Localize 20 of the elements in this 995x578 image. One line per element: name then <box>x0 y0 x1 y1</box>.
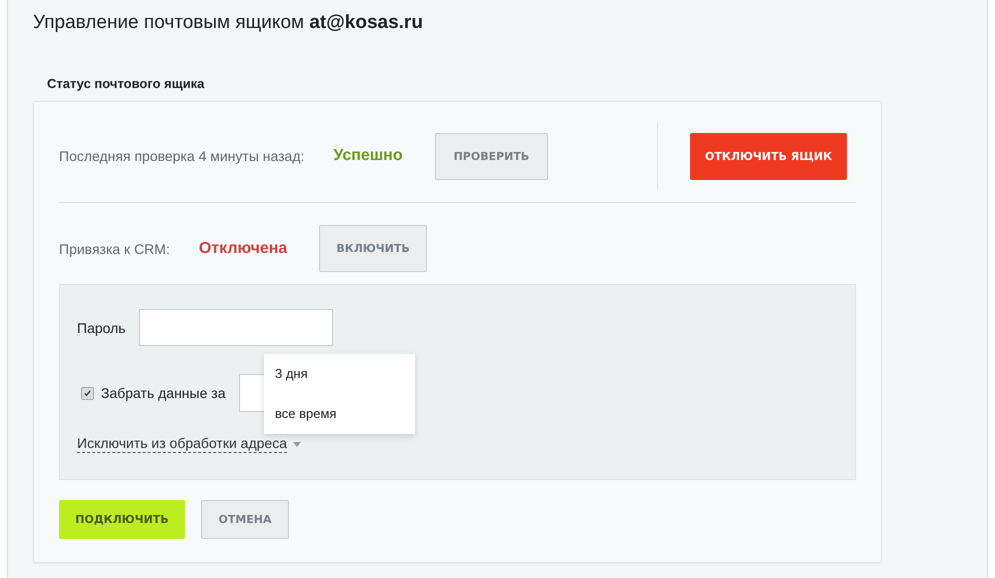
exclude-addresses-link[interactable]: Исключить из обработки адреса <box>77 435 287 453</box>
checkbox[interactable] <box>81 386 94 400</box>
section-title: Статус почтового ящика <box>47 76 204 91</box>
enable-button[interactable]: ВКЛЮЧИТЬ <box>319 225 427 272</box>
disconnect-button[interactable]: ОТКЛЮЧИТЬ ЯЩИК <box>690 132 847 180</box>
dropdown-option[interactable]: все время <box>264 394 415 434</box>
crm-label: Привязка к CRM: <box>59 240 170 256</box>
crm-status: Отключена <box>198 240 288 258</box>
page-title: Управление почтовым ящиком at@kosas.ru <box>33 12 423 34</box>
checkmark-icon <box>83 388 92 398</box>
last-check-label: Последняя проверка 4 минуты назад: <box>59 148 304 164</box>
caret-icon <box>292 442 301 446</box>
fetch-period-label: Забрать данные за <box>101 385 226 401</box>
password-field[interactable] <box>138 309 333 346</box>
dropdown-option[interactable]: 3 дня <box>264 354 415 394</box>
check-button[interactable]: ПРОВЕРИТЬ <box>434 132 548 180</box>
password-label: Пароль <box>77 320 126 336</box>
cancel-button[interactable]: ОТМЕНА <box>201 500 289 539</box>
check-status: Успешно <box>333 147 403 165</box>
connect-button[interactable]: ПОДКЛЮЧИТЬ <box>59 500 185 539</box>
